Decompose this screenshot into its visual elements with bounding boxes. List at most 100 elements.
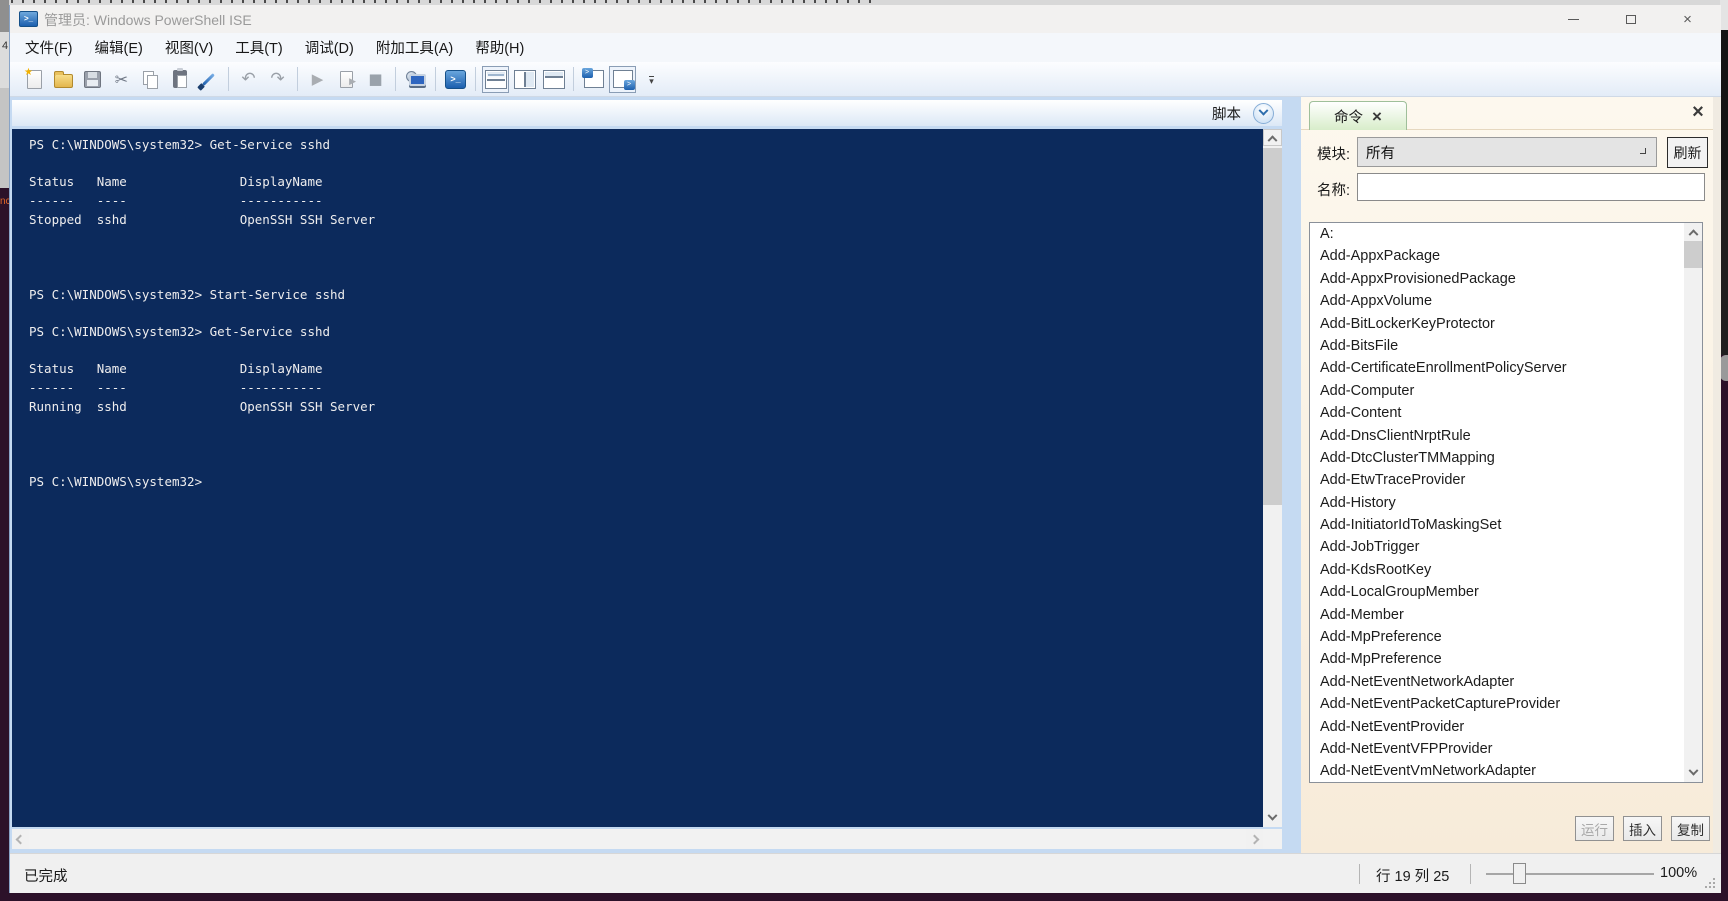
panel-button-row: 运行 插入 复制 (1301, 816, 1710, 841)
redo-icon[interactable]: ↷ (264, 66, 291, 93)
divider (1470, 864, 1471, 884)
refresh-button[interactable]: 刷新 (1667, 137, 1708, 168)
name-filter-input[interactable] (1357, 173, 1705, 201)
copy-icon[interactable] (137, 66, 164, 93)
command-list-item[interactable]: Add-AppxProvisionedPackage (1310, 268, 1702, 290)
show-command-addon-icon[interactable]: > (609, 66, 636, 93)
clear-console-pane-icon[interactable] (195, 66, 222, 93)
resize-grip[interactable] (1702, 875, 1715, 888)
background-fragment (1720, 180, 1728, 355)
scroll-down-arrow-icon[interactable] (1684, 765, 1702, 782)
scroll-right-arrow-icon[interactable] (1246, 829, 1263, 849)
menu-edit[interactable]: 编辑(E) (84, 33, 154, 62)
command-list-item[interactable]: Add-NetEventPacketCaptureProvider (1310, 693, 1702, 715)
menu-debug[interactable]: 调试(D) (294, 33, 365, 62)
toolbar-separator (297, 67, 298, 91)
console-vertical-scrollbar[interactable] (1263, 129, 1282, 827)
command-list-item[interactable]: Add-BitLockerKeyProtector (1310, 313, 1702, 335)
command-list-item[interactable]: Add-NetEventVFPProvider (1310, 738, 1702, 760)
panel-close-icon[interactable]: × (1686, 100, 1710, 124)
title-bar[interactable]: >_ 管理员: Windows PowerShell ISE × (10, 5, 1721, 33)
show-command-window-icon[interactable]: > (580, 66, 607, 93)
command-list-item[interactable]: Add-BitsFile (1310, 335, 1702, 357)
background-window-right-sliver (1720, 0, 1728, 901)
menu-file[interactable]: 文件(F) (14, 33, 84, 62)
start-powershell-icon[interactable]: >_ (442, 66, 469, 93)
tab-commands[interactable]: 命令 × (1309, 101, 1407, 130)
command-list[interactable]: A:Add-AppxPackageAdd-AppxProvisionedPack… (1309, 222, 1703, 783)
zoom-slider-thumb[interactable] (1513, 863, 1526, 884)
command-list-item[interactable]: Add-NetEventProvider (1310, 716, 1702, 738)
copy-command-button[interactable]: 复制 (1671, 816, 1710, 841)
maximize-button[interactable] (1602, 5, 1659, 33)
show-script-pane-right-icon[interactable] (511, 66, 538, 93)
open-script-icon[interactable] (50, 66, 77, 93)
tab-close-icon[interactable]: × (1372, 108, 1382, 125)
run-selection-icon[interactable]: ▶ (333, 66, 360, 93)
script-pane-label: 脚本 (1212, 103, 1241, 124)
command-list-item[interactable]: Add-MpPreference (1310, 626, 1702, 648)
zoom-slider-track[interactable] (1486, 873, 1654, 875)
insert-command-button[interactable]: 插入 (1623, 816, 1662, 841)
background-fragment (1720, 30, 1728, 180)
console-horizontal-scrollbar[interactable] (12, 829, 1263, 849)
run-command-button[interactable]: 运行 (1575, 816, 1614, 841)
toolbar-overflow-icon[interactable]: ▾ (638, 66, 665, 93)
command-list-item[interactable]: Add-AppxVolume (1310, 290, 1702, 312)
close-button[interactable]: × (1659, 5, 1716, 33)
scroll-left-arrow-icon[interactable] (12, 829, 29, 849)
scrollbar-thumb[interactable] (1263, 148, 1282, 505)
scroll-down-arrow-icon[interactable] (1263, 810, 1282, 827)
menu-help[interactable]: 帮助(H) (464, 33, 535, 62)
background-window-left-sliver: 4 nc (0, 0, 9, 901)
menu-addons[interactable]: 附加工具(A) (365, 33, 464, 62)
scroll-up-arrow-icon[interactable] (1263, 129, 1282, 146)
command-list-item[interactable]: Add-JobTrigger (1310, 536, 1702, 558)
scrollbar-thumb[interactable] (1684, 241, 1702, 268)
window-title: 管理员: Windows PowerShell ISE (44, 10, 252, 30)
command-list-scrollbar[interactable] (1684, 223, 1702, 782)
command-list-item[interactable]: Add-AppxPackage (1310, 245, 1702, 267)
run-script-icon[interactable]: ▶ (304, 66, 331, 93)
new-remote-powershell-tab-icon[interactable] (402, 66, 429, 93)
menu-tools[interactable]: 工具(T) (224, 33, 294, 62)
menu-view[interactable]: 视图(V) (154, 33, 224, 62)
command-list-item[interactable]: Add-DtcClusterTMMapping (1310, 447, 1702, 469)
command-list-item[interactable]: Add-MpPreference (1310, 648, 1702, 670)
command-list-item[interactable]: Add-Content (1310, 402, 1702, 424)
new-script-icon[interactable]: ★ (21, 66, 48, 93)
command-list-item[interactable]: Add-KdsRootKey (1310, 559, 1702, 581)
zoom-level: 100% (1660, 865, 1697, 881)
command-list-item[interactable]: A: (1310, 223, 1702, 245)
cut-icon[interactable]: ✂ (108, 66, 135, 93)
command-list-item[interactable]: Add-InitiatorIdToMaskingSet (1310, 514, 1702, 536)
undo-icon[interactable]: ↶ (235, 66, 262, 93)
minimize-button[interactable] (1545, 5, 1602, 33)
scroll-up-arrow-icon[interactable] (1684, 223, 1702, 240)
background-fragment (0, 0, 9, 32)
commands-addon-panel: 命令 × × 模块: 所有 刷新 名称: A:Add-AppxPackageAd… (1301, 97, 1713, 853)
command-list-item[interactable]: Add-Computer (1310, 380, 1702, 402)
paste-icon[interactable] (166, 66, 193, 93)
expand-script-pane-button[interactable] (1253, 103, 1274, 124)
command-list-item[interactable]: Add-Member (1310, 604, 1702, 626)
command-list-item[interactable]: Add-NetEventVmNetworkAdapter (1310, 760, 1702, 782)
background-text-fragment: nc (0, 196, 9, 207)
tab-commands-label: 命令 (1334, 106, 1363, 127)
line-column-indicator: 行 19 列 25 (1376, 865, 1449, 886)
save-icon[interactable] (79, 66, 106, 93)
show-script-pane-maximized-icon[interactable] (540, 66, 567, 93)
command-list-item[interactable]: Add-CertificateEnrollmentPolicyServer (1310, 357, 1702, 379)
console-column: 脚本 PS C:\WINDOWS\system32> Get-Service s… (10, 97, 1301, 853)
powershell-console[interactable]: PS C:\WINDOWS\system32> Get-Service sshd… (12, 129, 1263, 827)
toolbar: ★✂↶↷▶▶■>_>>▾ (10, 62, 1721, 97)
command-list-item[interactable]: Add-EtwTraceProvider (1310, 469, 1702, 491)
command-list-item[interactable]: Add-NetEventNetworkAdapter (1310, 671, 1702, 693)
chevron-down-icon (1640, 148, 1646, 154)
module-dropdown[interactable]: 所有 (1357, 137, 1657, 167)
command-list-item[interactable]: Add-DnsClientNrptRule (1310, 425, 1702, 447)
stop-operation-icon[interactable]: ■ (362, 66, 389, 93)
command-list-item[interactable]: Add-LocalGroupMember (1310, 581, 1702, 603)
show-script-pane-top-icon[interactable] (482, 66, 509, 93)
command-list-item[interactable]: Add-History (1310, 492, 1702, 514)
